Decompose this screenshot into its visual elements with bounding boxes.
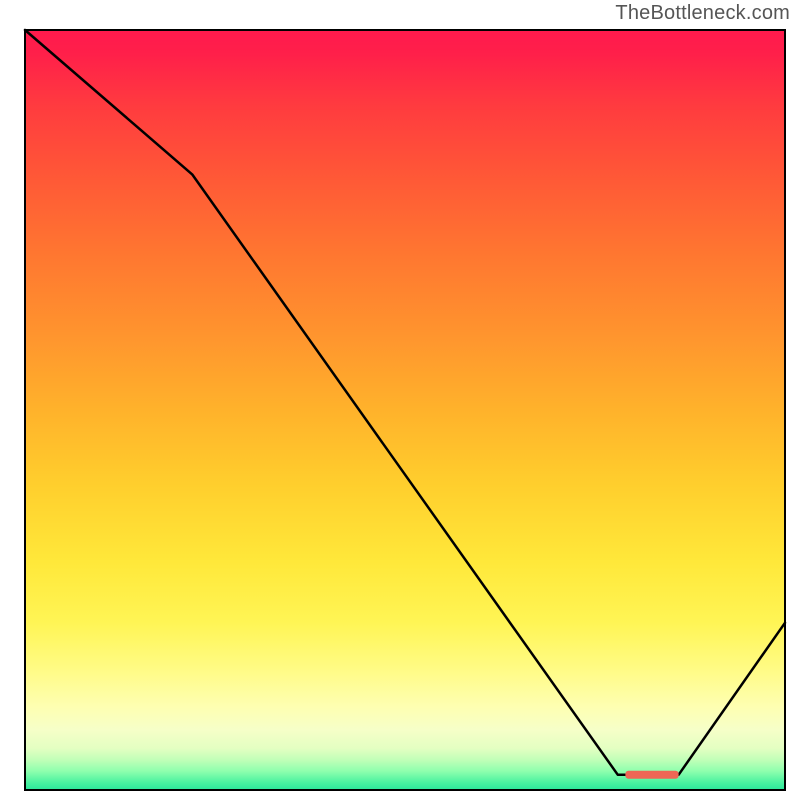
- chart-root: { "attribution": "TheBottleneck.com", "g…: [0, 0, 800, 800]
- attribution-label: TheBottleneck.com: [615, 2, 790, 25]
- plot-area: [25, 30, 785, 790]
- chart-svg: [0, 0, 800, 800]
- optimal-region-marker: [625, 771, 678, 779]
